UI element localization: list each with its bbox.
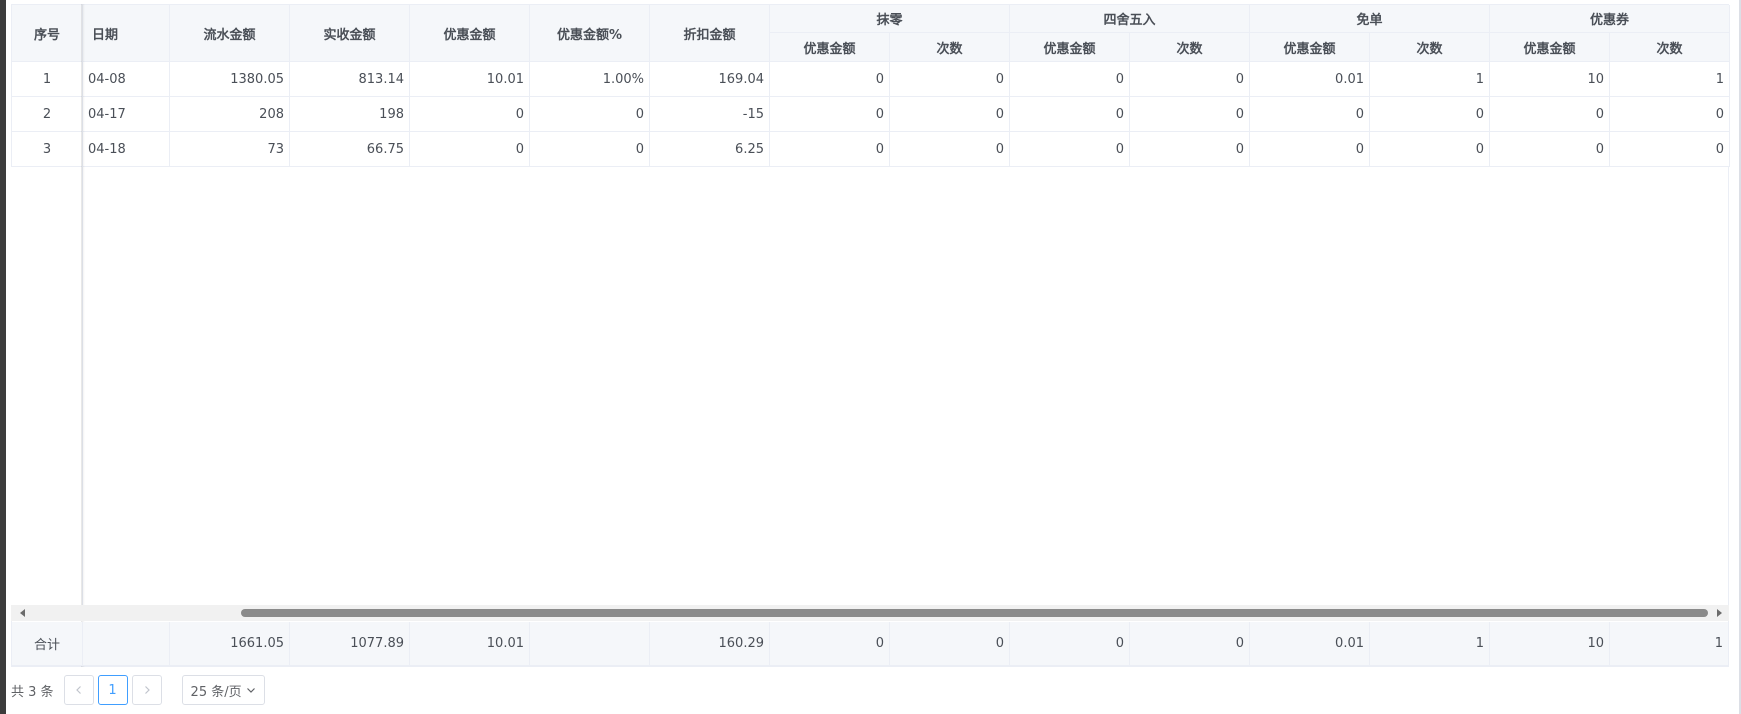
header-flow-amount[interactable]: 流水金额 xyxy=(170,5,290,62)
header-index[interactable]: 序号 xyxy=(12,5,83,62)
table-cell-moling-amount: 0 xyxy=(770,62,890,97)
table-cell-date: 04-18 xyxy=(83,132,170,167)
prev-page-button[interactable] xyxy=(63,675,94,705)
table-cell-coupon-amount: 10 xyxy=(1490,62,1610,97)
table-cell-free-count: 0 xyxy=(1370,97,1490,132)
chevron-down-icon xyxy=(246,688,255,693)
table-cell-received: 813.14 xyxy=(290,62,410,97)
table-cell-free-count: 0 xyxy=(1370,132,1490,167)
summary-free-count: 1 xyxy=(1370,622,1490,666)
table-cell-rounding-amount: 0 xyxy=(1010,62,1130,97)
summary-pct xyxy=(530,622,650,666)
summary-moling-count: 0 xyxy=(890,622,1010,666)
summary-received: 1077.89 xyxy=(290,622,410,666)
table-cell-free-amount: 0 xyxy=(1250,132,1370,167)
table-cell-flow: 73 xyxy=(170,132,290,167)
table-cell-pct: 1.00% xyxy=(530,62,650,97)
table-cell-discount: 0 xyxy=(410,97,530,132)
table-cell-date: 04-17 xyxy=(83,97,170,132)
summary-coupon-count: 1 xyxy=(1610,622,1729,666)
header-discount-pct[interactable]: 优惠金额% xyxy=(530,5,650,62)
table-cell-date: 04-08 xyxy=(83,62,170,97)
table-cell-moling-amount: 0 xyxy=(770,132,890,167)
table-cell-moling-amount: 0 xyxy=(770,97,890,132)
page-number-button[interactable]: 1 xyxy=(97,675,128,705)
page-size-label: 25 条/页 xyxy=(190,684,242,700)
header-coupon-amount[interactable]: 优惠金额 xyxy=(1490,33,1610,62)
table-cell-free-amount: 0 xyxy=(1250,97,1370,132)
summary-flow: 1661.05 xyxy=(170,622,290,666)
table-cell-rounding-count: 0 xyxy=(1130,97,1250,132)
table-cell-moling-count: 0 xyxy=(890,97,1010,132)
header-rounding-count[interactable]: 次数 xyxy=(1130,33,1250,62)
header-free-count[interactable]: 次数 xyxy=(1370,33,1490,62)
summary-label: 合计 xyxy=(12,622,83,666)
table-cell-coupon-amount: 0 xyxy=(1490,132,1610,167)
chevron-left-icon xyxy=(75,686,81,694)
header-group-moling: 抹零 xyxy=(770,5,1010,33)
table-cell-deduct: 169.04 xyxy=(650,62,770,97)
fixed-column-shadow xyxy=(81,4,85,667)
table-cell-discount: 0 xyxy=(410,132,530,167)
table-cell-rounding-amount: 0 xyxy=(1010,97,1130,132)
table-cell-coupon-count: 0 xyxy=(1610,132,1730,167)
header-group-coupon: 优惠券 xyxy=(1490,5,1730,33)
header-group-free-order: 免单 xyxy=(1250,5,1490,33)
header-moling-amount[interactable]: 优惠金额 xyxy=(770,33,890,62)
table-cell-coupon-count: 1 xyxy=(1610,62,1730,97)
summary-discount: 10.01 xyxy=(410,622,530,666)
table-cell-deduct: 6.25 xyxy=(650,132,770,167)
page-size-select[interactable]: 25 条/页 xyxy=(181,675,265,705)
table-cell-pct: 0 xyxy=(530,132,650,167)
scrollbar-thumb[interactable] xyxy=(241,609,1708,617)
header-date[interactable]: 日期 xyxy=(83,5,170,62)
header-deduct-amount[interactable]: 折扣金额 xyxy=(650,5,770,62)
pagination: 共 3 条 1 25 条/页 xyxy=(11,674,265,706)
summary-free-amount: 0.01 xyxy=(1250,622,1370,666)
summary-moling-amount: 0 xyxy=(770,622,890,666)
table-cell-coupon-amount: 0 xyxy=(1490,97,1610,132)
table-cell-free-count: 1 xyxy=(1370,62,1490,97)
table-cell-flow: 208 xyxy=(170,97,290,132)
table-cell-index: 1 xyxy=(12,62,83,97)
table-cell-rounding-amount: 0 xyxy=(1010,132,1130,167)
table-cell-rounding-count: 0 xyxy=(1130,62,1250,97)
fixed-column-body xyxy=(11,167,83,613)
table-cell-moling-count: 0 xyxy=(890,62,1010,97)
window-edge xyxy=(0,0,6,714)
header-free-amount[interactable]: 优惠金额 xyxy=(1250,33,1370,62)
table-cell-free-amount: 0.01 xyxy=(1250,62,1370,97)
header-rounding-amount[interactable]: 优惠金额 xyxy=(1010,33,1130,62)
table-cell-moling-count: 0 xyxy=(890,132,1010,167)
table-cell-deduct: -15 xyxy=(650,97,770,132)
table-cell-flow: 1380.05 xyxy=(170,62,290,97)
summary-deduct: 160.29 xyxy=(650,622,770,666)
table-cell-pct: 0 xyxy=(530,97,650,132)
header-coupon-count[interactable]: 次数 xyxy=(1610,33,1730,62)
table-cell-index: 2 xyxy=(12,97,83,132)
header-discount-amount[interactable]: 优惠金额 xyxy=(410,5,530,62)
table-cell-coupon-count: 0 xyxy=(1610,97,1730,132)
scroll-left-arrow-icon[interactable] xyxy=(16,606,30,620)
header-group-rounding: 四舍五入 xyxy=(1010,5,1250,33)
summary-rounding-count: 0 xyxy=(1130,622,1250,666)
summary-coupon-amount: 10 xyxy=(1490,622,1610,666)
scroll-right-arrow-icon[interactable] xyxy=(1712,606,1726,620)
table-cell-discount: 10.01 xyxy=(410,62,530,97)
summary-date xyxy=(83,622,170,666)
next-page-button[interactable] xyxy=(131,675,162,705)
table-cell-received: 198 xyxy=(290,97,410,132)
chevron-right-icon xyxy=(144,686,150,694)
summary-rounding-amount: 0 xyxy=(1010,622,1130,666)
table-cell-received: 66.75 xyxy=(290,132,410,167)
total-count: 共 3 条 xyxy=(11,684,54,700)
header-moling-count[interactable]: 次数 xyxy=(890,33,1010,62)
header-received-amount[interactable]: 实收金额 xyxy=(290,5,410,62)
table-cell-index: 3 xyxy=(12,132,83,167)
table-cell-rounding-count: 0 xyxy=(1130,132,1250,167)
